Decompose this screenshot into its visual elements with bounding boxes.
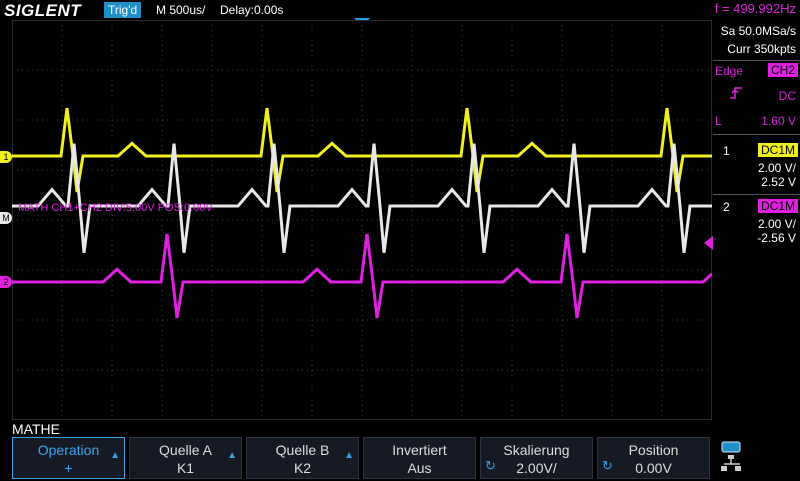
softkey-bar: Operation + ▲ Quelle A K1 ▲ Quelle B K2 … [0,437,800,480]
math-ground-marker[interactable]: M [0,212,12,224]
source-b-value: K2 [293,460,312,476]
trigger-source: CH2 [767,63,798,77]
invert-value: Aus [407,460,432,476]
memory-depth: Curr 350kpts [727,42,796,56]
sample-rate: Sa 50.0MSa/s [720,24,796,38]
usb-network-icon [721,441,741,471]
ch2-ground-marker[interactable]: 2 [0,276,12,288]
ch1-number: 1 [723,144,730,158]
status-icons [718,440,800,480]
ch1-ground-marker[interactable]: 1 [0,151,12,163]
right-info-panel: Sa 50.0MSa/s Curr 350kpts Edge CH2 DC L … [713,20,800,440]
scale-value: 2.00V/ [516,460,557,476]
up-arrow-icon: ▲ [110,450,120,461]
brand-logo: SIGLENT [4,1,82,20]
trigger-level-value: 1.60 V [761,114,796,128]
timebase-readout: M 500us/ [156,3,206,17]
operation-softkey[interactable]: Operation + ▲ [12,437,125,479]
scale-softkey[interactable]: ↻ Skalierung 2.00V/ [480,437,593,479]
trigger-level-label: L [715,114,722,128]
invert-softkey[interactable]: Invertiert Aus [363,437,476,479]
ch2-offset: -2.56 V [757,231,796,245]
source-a-value: K1 [176,460,195,476]
top-status-bar: SIGLENT Trig'd M 500us/ Delay:0.00s f = … [0,0,800,20]
ch1-info-box[interactable]: 1 DC1M 2.00 V/ 2.52 V [713,140,800,190]
ch2-number: 2 [723,200,730,214]
invert-label: Invertiert [392,442,447,458]
rising-edge-icon [729,86,743,103]
up-arrow-icon: ▲ [344,450,354,461]
position-label: Position [628,442,679,458]
source-a-softkey[interactable]: Quelle A K1 ▲ [129,437,242,479]
trigger-type: Edge [715,64,744,78]
ch1-scale: 2.00 V/ [757,161,796,175]
ch1-coupling: DC1M [757,143,798,157]
ch2-coupling: DC1M [757,199,798,213]
trigger-level-marker[interactable] [704,236,713,250]
ch1-offset: 2.52 V [761,175,796,189]
position-softkey[interactable]: ↻ Position 0.00V [597,437,710,479]
source-a-label: Quelle A [159,442,212,458]
delay-readout: Delay:0.00s [220,3,284,17]
waveform-display[interactable] [12,20,712,420]
operation-value: + [64,460,73,476]
operation-label: Operation [37,442,100,458]
up-arrow-icon: ▲ [227,450,237,461]
trigger-coupling: DC [778,89,796,103]
ch2-scale: 2.00 V/ [757,217,796,231]
frequency-readout: f = 499.992Hz [714,1,796,16]
position-value: 0.00V [635,460,672,476]
menu-title: MATHE [12,421,60,437]
trigger-status-badge: Trig'd [104,2,142,18]
scale-label: Skalierung [503,442,570,458]
ch2-info-box[interactable]: 2 DC1M 2.00 V/ -2.56 V [713,196,800,246]
source-b-softkey[interactable]: Quelle B K2 ▲ [246,437,359,479]
math-info-label: MATH CH1+CH2 DIV:5.00V POS:0.00V [18,202,213,214]
source-b-label: Quelle B [275,442,330,458]
